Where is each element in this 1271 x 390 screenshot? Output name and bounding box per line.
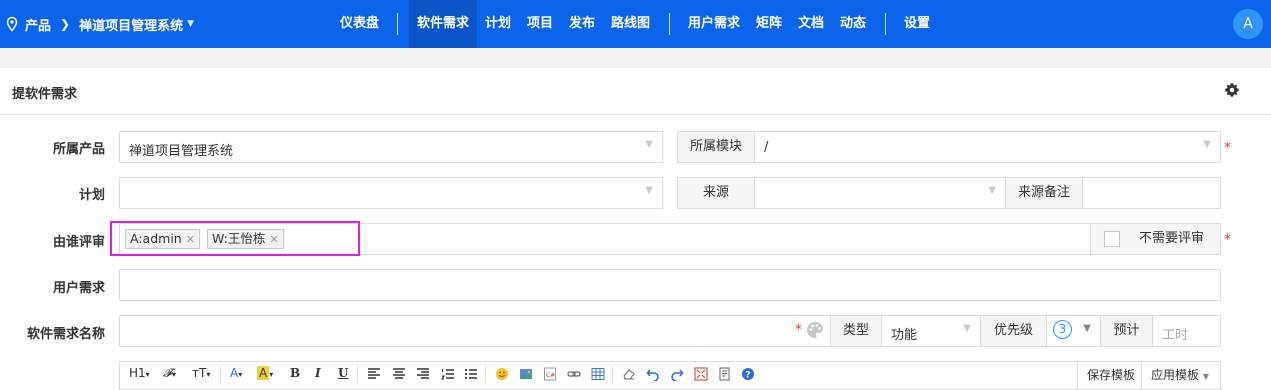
svg-text:C#: C# [546, 372, 555, 379]
align-right-icon[interactable] [416, 367, 430, 381]
nav-matrix[interactable]: 矩阵 [756, 0, 782, 48]
font-size-button[interactable]: ᴛT▾ [192, 366, 210, 380]
reviewer-highlight-box [110, 221, 360, 256]
save-template-button[interactable]: 保存模板 [1077, 362, 1145, 389]
priority-value: 3 [1053, 320, 1072, 339]
nav-release[interactable]: 发布 [569, 0, 595, 48]
nav-roadmap[interactable]: 路线图 [611, 0, 650, 48]
nav-divider [669, 13, 670, 35]
nav-settings[interactable]: 设置 [904, 0, 930, 48]
nav-divider [397, 13, 398, 35]
palette-icon[interactable] [805, 320, 825, 340]
panel-header: 提软件需求 [0, 68, 1271, 115]
priority-label: 优先级 [980, 315, 1047, 347]
toolbar-divider [220, 366, 221, 383]
breadcrumb-product[interactable]: 产品 [25, 15, 51, 34]
story-name-input[interactable] [119, 315, 831, 347]
chevron-down-icon: ▼ [645, 185, 653, 196]
toolbar-divider [485, 366, 486, 383]
font-color-button[interactable]: A▾ [230, 366, 242, 380]
no-review-checkbox[interactable] [1104, 231, 1120, 247]
font-family-button[interactable]: 𝓕▾ [163, 366, 176, 381]
required-mark: * [1224, 232, 1231, 248]
nav-user-requirement[interactable]: 用户需求 [688, 0, 740, 48]
table-icon[interactable] [591, 367, 605, 381]
product-value: 禅道项目管理系统 [129, 144, 234, 159]
template-icon[interactable] [718, 367, 732, 381]
image-icon[interactable] [519, 367, 533, 381]
chevron-down-icon: ▼ [1083, 323, 1091, 334]
highlight-button[interactable]: A ▾ [257, 366, 273, 380]
align-left-icon[interactable] [367, 367, 381, 381]
chevron-right-icon: ❯ [60, 17, 71, 31]
product-label: 所属产品 [52, 142, 105, 157]
ordered-list-icon[interactable] [441, 367, 455, 381]
help-icon[interactable]: ? [741, 367, 755, 381]
page-title: 提软件需求 [12, 87, 78, 102]
source-label: 来源 [677, 177, 755, 209]
source-note-label: 来源备注 [1005, 177, 1083, 209]
unordered-list-icon[interactable] [464, 367, 478, 381]
story-name-label: 软件需求名称 [26, 327, 105, 342]
required-mark: * [1224, 140, 1231, 156]
bold-button[interactable]: B [290, 366, 300, 380]
nav-dashboard[interactable]: 仪表盘 [340, 0, 379, 48]
nav-doc[interactable]: 文档 [798, 0, 824, 48]
source-note-input[interactable] [1082, 177, 1221, 209]
nav-divider [885, 13, 886, 35]
estimate-label: 预计 [1100, 315, 1153, 347]
nav-project[interactable]: 项目 [527, 0, 553, 48]
module-select[interactable]: / ▼ [754, 131, 1221, 163]
link-icon[interactable] [567, 367, 581, 381]
underline-button[interactable]: U [338, 366, 348, 380]
no-review-label: 不需要评审 [1139, 231, 1205, 246]
module-label: 所属模块 [677, 131, 755, 163]
chevron-down-icon: ▼ [1203, 139, 1211, 150]
top-navbar: 产品 ❯ 禅道项目管理系统 ▼ 仪表盘 软件需求 计划 项目 发布 路线图 用户… [0, 0, 1271, 48]
redo-icon[interactable] [670, 367, 684, 381]
italic-button[interactable]: I [315, 366, 321, 380]
estimate-input[interactable]: 工时 [1152, 315, 1221, 347]
undo-icon[interactable] [646, 367, 660, 381]
source-select[interactable]: ▼ [754, 177, 1006, 209]
toolbar-divider [357, 366, 358, 383]
toolbar-divider [612, 366, 613, 383]
user-requirement-label: 用户需求 [52, 281, 105, 296]
chevron-down-icon: ▼ [645, 139, 653, 150]
align-center-icon[interactable] [392, 367, 406, 381]
type-value: 功能 [891, 328, 918, 343]
heading-button[interactable]: H1▾ [129, 366, 150, 380]
breadcrumb-project[interactable]: 禅道项目管理系统 [79, 15, 183, 34]
nav-plan[interactable]: 计划 [485, 0, 511, 48]
plan-select[interactable]: ▼ [119, 177, 663, 209]
code-icon[interactable]: C# [543, 367, 557, 381]
avatar[interactable]: A [1233, 9, 1263, 39]
chevron-down-icon: ▼ [963, 323, 971, 334]
svg-text:?: ? [745, 370, 750, 380]
type-label: 类型 [830, 315, 882, 347]
eraser-icon[interactable] [622, 367, 636, 381]
type-select[interactable]: 功能 ▼ [881, 315, 981, 347]
apply-template-button[interactable]: 应用模板 ▼ [1141, 362, 1220, 389]
chevron-down-icon: ▼ [988, 185, 996, 196]
fullscreen-icon[interactable] [694, 367, 708, 381]
nav-story[interactable]: 软件需求 [409, 0, 478, 48]
location-pin-icon [6, 16, 18, 32]
plan-label: 计划 [78, 188, 105, 203]
module-value: / [764, 140, 769, 155]
estimate-placeholder: 工时 [1162, 328, 1189, 343]
nav-dynamic[interactable]: 动态 [840, 0, 866, 48]
emoji-icon[interactable] [495, 367, 509, 381]
breadcrumb: 产品 ❯ 禅道项目管理系统 ▼ [4, 0, 194, 48]
user-requirement-select[interactable] [119, 269, 1221, 301]
gear-icon[interactable] [1224, 82, 1240, 98]
product-select[interactable]: 禅道项目管理系统 ▼ [119, 131, 663, 163]
reviewer-label: 由谁评审 [52, 235, 105, 250]
required-mark: * [795, 322, 802, 338]
chevron-down-icon[interactable]: ▼ [187, 19, 194, 29]
apply-template-label: 应用模板 [1151, 368, 1200, 382]
chevron-down-icon: ▼ [1202, 372, 1209, 381]
